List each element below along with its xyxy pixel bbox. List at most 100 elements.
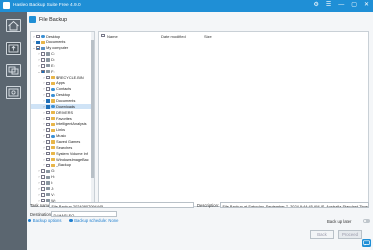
destination-field[interactable]: D:\HASLEO (51, 211, 117, 217)
tree-item-checkbox[interactable] (46, 81, 50, 86)
tree-item[interactable]: ⌄ F: (31, 69, 93, 74)
drive-icon (45, 52, 50, 56)
file-backup-icon (29, 16, 36, 23)
tree-item-checkbox[interactable] (41, 58, 45, 62)
maximize-icon[interactable]: ▢ (351, 2, 357, 9)
tree-item[interactable]: › DRIVERS (31, 110, 93, 115)
tree-item-label: E: (51, 63, 55, 68)
tree-item-checkbox[interactable] (46, 134, 50, 138)
tree-item[interactable]: › V: (31, 192, 93, 197)
tree-item[interactable]: › E: (31, 63, 93, 68)
tree-item-checkbox[interactable] (46, 128, 50, 133)
tree-scrollbar[interactable] (91, 32, 94, 206)
tree-item-checkbox[interactable] (46, 93, 50, 97)
minimize-icon[interactable]: — (338, 2, 344, 9)
backup-links: Backup options Backup schedule: None (28, 218, 118, 223)
folder-icon (50, 163, 55, 167)
sidebar-item-restore[interactable] (6, 64, 21, 77)
tree-item-checkbox[interactable] (36, 46, 40, 51)
tree-item-checkbox[interactable] (46, 116, 50, 121)
tree-item[interactable]: › Apps (31, 81, 93, 86)
tree-item[interactable]: › C: (31, 52, 93, 57)
folder-icon (40, 40, 45, 44)
tree-item[interactable]: › G: (31, 169, 93, 174)
backup-later-toggle[interactable] (363, 219, 370, 223)
proceed-button[interactable]: Proceed (338, 230, 362, 239)
folder-icon (50, 140, 55, 144)
tree-item-checkbox[interactable] (41, 181, 45, 185)
tree-item-checkbox[interactable] (46, 151, 50, 156)
tree-item-checkbox[interactable] (46, 146, 50, 150)
tree-item-label: Desktop (56, 93, 71, 98)
tree-item-label: Documents (46, 40, 66, 45)
tree-item[interactable]: › H: (31, 175, 93, 180)
tree-item-label: Downloads (56, 104, 75, 109)
house-icon (8, 20, 19, 31)
tree-item[interactable]: › WindowsImageBac (31, 157, 93, 162)
file-list[interactable]: Name Date modified Size (98, 31, 369, 207)
tree-item-checkbox[interactable] (46, 157, 50, 162)
tree-item-checkbox[interactable] (41, 187, 45, 191)
folder-tree[interactable]: › Desktop › Documents ⌄ My computer › C: › D: › E: ⌄… (30, 31, 95, 207)
tree-item-checkbox[interactable] (41, 64, 45, 68)
task-name-field[interactable]: File Backup 20240907094445 (49, 202, 194, 208)
tree-item-checkbox[interactable] (36, 40, 40, 45)
tree-item-checkbox[interactable] (46, 122, 50, 127)
tree-item[interactable]: › Documents (31, 40, 93, 45)
title-bar: Hasleo Backup Suite Free 4.9.0 ⚙ ☰ — ▢ ✕ (0, 0, 373, 12)
tree-item[interactable]: › J: (31, 186, 93, 191)
tree-item-checkbox[interactable] (41, 192, 45, 197)
sidebar-item-tools[interactable] (6, 86, 21, 99)
back-button[interactable]: Back (310, 230, 334, 239)
close-icon[interactable]: ✕ (364, 2, 369, 9)
tree-item[interactable]: › Desktop (31, 34, 93, 39)
column-size[interactable]: Size (204, 34, 212, 39)
tree-item-checkbox[interactable] (46, 110, 50, 115)
backup-schedule-link[interactable]: Backup schedule: None (69, 218, 118, 223)
tree-item-checkbox[interactable] (46, 75, 50, 80)
tree-item[interactable]: › Favorites (31, 116, 93, 121)
backup-options-link[interactable]: Backup options (28, 218, 61, 223)
tree-item[interactable]: › Searches (31, 145, 93, 150)
tree-item-checkbox[interactable] (46, 163, 50, 168)
tree-item-checkbox[interactable] (41, 69, 45, 74)
tree-item-checkbox[interactable] (46, 87, 50, 92)
sidebar-item-backup[interactable] (6, 42, 21, 55)
backup-options-label: Backup options (32, 218, 62, 223)
tree-item-checkbox[interactable] (46, 105, 50, 109)
tree-item-checkbox[interactable] (41, 169, 45, 174)
tree-item[interactable]: › $RECYCLE.BIN (31, 75, 93, 80)
tree-item[interactable]: › Downloads (31, 104, 93, 110)
description-field[interactable]: File Backup at Saturday, September 7, 20… (220, 202, 369, 208)
window-controls: ⚙ ☰ — ▢ ✕ (314, 2, 369, 9)
tree-item[interactable]: › I: (31, 181, 93, 186)
computer-icon (40, 46, 45, 50)
sidebar-item-home[interactable] (6, 19, 21, 32)
tree-item[interactable]: › Links (31, 128, 93, 133)
tree-item-label: H: (51, 175, 55, 180)
tree-item[interactable]: › _Backup (31, 163, 93, 168)
tree-item-checkbox[interactable] (36, 34, 40, 39)
tree-item[interactable]: ⌄ My computer (31, 46, 93, 51)
settings-icon[interactable]: ⚙ (314, 2, 319, 9)
column-date-modified[interactable]: Date modified (161, 34, 186, 39)
tree-item-checkbox[interactable] (46, 99, 50, 103)
tree-item[interactable]: › D: (31, 57, 93, 62)
tree-item[interactable]: › Desktop (31, 93, 93, 98)
tree-item-label: Documents (56, 98, 76, 103)
tree-item[interactable]: › IntelligentAnalysis (31, 122, 93, 127)
tree-item-checkbox[interactable] (41, 175, 45, 179)
tree-item-checkbox[interactable] (41, 52, 45, 56)
tree-item[interactable]: › System Volume Inf (31, 151, 93, 156)
tree-item-checkbox[interactable] (46, 140, 50, 144)
tree-item[interactable]: › Documents (31, 98, 93, 103)
column-name[interactable]: Name (107, 34, 118, 39)
select-all-checkbox[interactable] (101, 33, 105, 38)
menu-icon[interactable]: ☰ (326, 2, 331, 9)
feedback-button[interactable] (362, 239, 371, 247)
tree-scrollbar-thumb[interactable] (91, 40, 94, 178)
tree-item[interactable]: › Saved Games (31, 139, 93, 144)
tree-item-checkbox[interactable] (41, 198, 45, 203)
tree-item[interactable]: › Music (31, 134, 93, 139)
tree-item[interactable]: › Contacts (31, 87, 93, 92)
